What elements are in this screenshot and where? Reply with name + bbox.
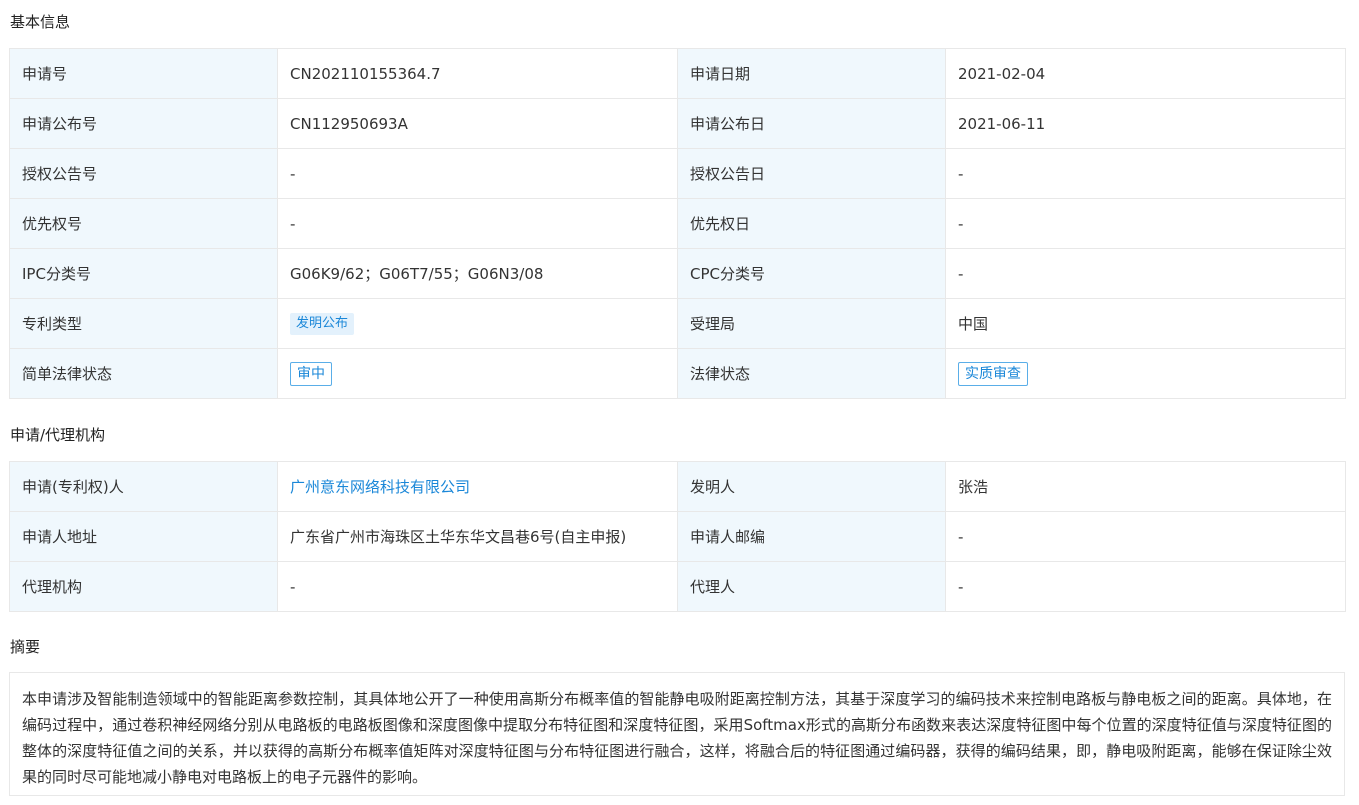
field-value-application-date: 2021-02-04	[945, 48, 1346, 99]
table-row: IPC分类号 G06K9/62；G06T7/55；G06N3/08 CPC分类号…	[9, 248, 1346, 299]
section-title-agency: 申请/代理机构	[10, 426, 106, 444]
table-row: 代理机构 - 代理人 -	[9, 561, 1346, 612]
field-label-patent-type: 专利类型	[9, 298, 278, 349]
field-value-application-number: CN202110155364.7	[277, 48, 678, 99]
basic-info-table: 申请号 CN202110155364.7 申请日期 2021-02-04 申请公…	[9, 48, 1346, 399]
field-label-inventor: 发明人	[677, 461, 946, 512]
simple-legal-status-tag: 审中	[290, 361, 332, 386]
field-label-applicant-postcode: 申请人邮编	[677, 511, 946, 562]
field-label-legal-status: 法律状态	[677, 348, 946, 399]
field-value-applicant-address: 广东省广州市海珠区土华东华文昌巷6号(自主申报)	[277, 511, 678, 562]
field-label-priority-date: 优先权日	[677, 198, 946, 249]
field-label-agent: 代理人	[677, 561, 946, 612]
field-label-cpc: CPC分类号	[677, 248, 946, 299]
field-label-application-number: 申请号	[9, 48, 278, 99]
table-row: 简单法律状态 审中 法律状态 实质审查	[9, 348, 1346, 399]
field-value-publication-date: 2021-06-11	[945, 98, 1346, 149]
field-label-publication-date: 申请公布日	[677, 98, 946, 149]
field-value-agent: -	[945, 561, 1346, 612]
table-row: 优先权号 - 优先权日 -	[9, 198, 1346, 249]
field-value-grant-number: -	[277, 148, 678, 199]
field-value-legal-status: 实质审查	[945, 348, 1346, 399]
table-row: 申请(专利权)人 广州意东网络科技有限公司 发明人 张浩	[9, 461, 1346, 512]
field-value-publication-number: CN112950693A	[277, 98, 678, 149]
field-value-cpc: -	[945, 248, 1346, 299]
field-label-applicant-address: 申请人地址	[9, 511, 278, 562]
abstract-text: 本申请涉及智能制造领域中的智能距离参数控制，其具体地公开了一种使用高斯分布概率值…	[9, 672, 1345, 796]
field-value-inventor: 张浩	[945, 461, 1346, 512]
field-value-ipc: G06K9/62；G06T7/55；G06N3/08	[277, 248, 678, 299]
field-label-office: 受理局	[677, 298, 946, 349]
field-label-application-date: 申请日期	[677, 48, 946, 99]
field-value-priority-date: -	[945, 198, 1346, 249]
table-row: 申请号 CN202110155364.7 申请日期 2021-02-04	[9, 48, 1346, 99]
table-row: 申请公布号 CN112950693A 申请公布日 2021-06-11	[9, 98, 1346, 149]
patent-type-tag: 发明公布	[290, 312, 355, 335]
section-title-abstract: 摘要	[10, 638, 41, 656]
field-label-grant-date: 授权公告日	[677, 148, 946, 199]
field-value-grant-date: -	[945, 148, 1346, 199]
field-value-simple-legal-status: 审中	[277, 348, 678, 399]
table-row: 专利类型 发明公布 受理局 中国	[9, 298, 1346, 349]
field-label-priority-number: 优先权号	[9, 198, 278, 249]
agency-info-table: 申请(专利权)人 广州意东网络科技有限公司 发明人 张浩 申请人地址 广东省广州…	[9, 461, 1346, 612]
field-value-patent-type: 发明公布	[277, 298, 678, 349]
field-label-publication-number: 申请公布号	[9, 98, 278, 149]
table-row: 申请人地址 广东省广州市海珠区土华东华文昌巷6号(自主申报) 申请人邮编 -	[9, 511, 1346, 562]
field-label-ipc: IPC分类号	[9, 248, 278, 299]
field-value-agency: -	[277, 561, 678, 612]
field-value-applicant-postcode: -	[945, 511, 1346, 562]
field-label-simple-legal-status: 简单法律状态	[9, 348, 278, 399]
legal-status-tag: 实质审查	[958, 361, 1028, 386]
field-label-agency: 代理机构	[9, 561, 278, 612]
table-row: 授权公告号 - 授权公告日 -	[9, 148, 1346, 199]
field-label-grant-number: 授权公告号	[9, 148, 278, 199]
field-value-applicant: 广州意东网络科技有限公司	[277, 461, 678, 512]
field-value-priority-number: -	[277, 198, 678, 249]
section-title-basic-info: 基本信息	[10, 13, 71, 31]
field-label-applicant: 申请(专利权)人	[9, 461, 278, 512]
applicant-link[interactable]: 广州意东网络科技有限公司	[290, 478, 470, 496]
field-value-office: 中国	[945, 298, 1346, 349]
